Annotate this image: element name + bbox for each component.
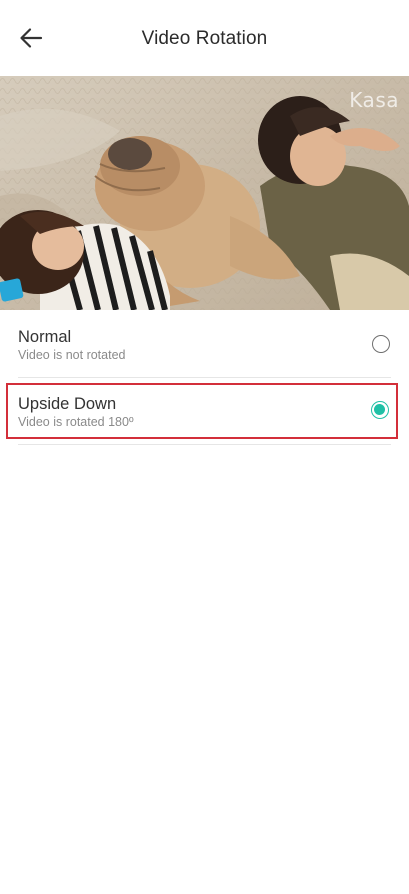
page-title: Video Rotation	[141, 28, 268, 49]
option-upside-down-subtitle: Video is rotated 180º	[18, 415, 134, 429]
divider	[18, 377, 391, 378]
camera-preview-image: Kasa	[0, 76, 409, 310]
option-normal-title: Normal	[18, 328, 72, 346]
divider	[18, 444, 391, 445]
camera-preview-illustration	[0, 76, 409, 310]
option-upside-down-title: Upside Down	[18, 395, 117, 413]
option-normal[interactable]: Normal Video is not rotated	[6, 318, 398, 374]
top-bar: Video Rotation	[0, 0, 409, 76]
option-upside-down-radio[interactable]	[371, 401, 389, 419]
option-normal-subtitle: Video is not rotated	[18, 348, 126, 362]
option-upside-down[interactable]: Upside Down Video is rotated 180º	[6, 383, 398, 439]
option-normal-radio[interactable]	[372, 335, 390, 353]
kasa-watermark: Kasa	[349, 88, 399, 112]
video-rotation-screen: Video Rotation Kasa Normal Video is not …	[0, 0, 409, 894]
